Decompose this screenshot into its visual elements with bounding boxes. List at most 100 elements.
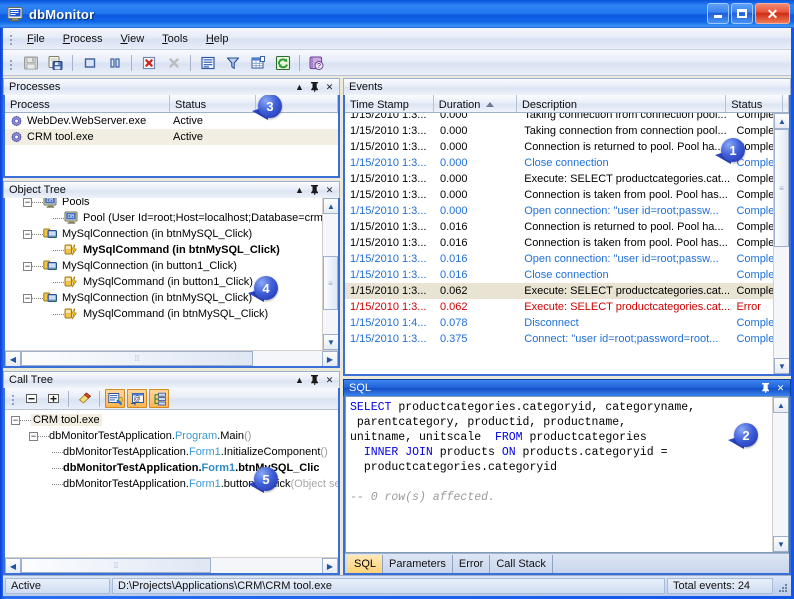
table-row[interactable]: 1/15/2010 1:3... 0.016 Connection is retur… bbox=[345, 219, 789, 235]
show-hierarchy-icon[interactable] bbox=[149, 389, 169, 408]
delete-icon[interactable] bbox=[137, 52, 160, 74]
scroll-thumb[interactable]: ≡ bbox=[774, 129, 789, 247]
scroll-left-button[interactable]: ◀ bbox=[5, 558, 21, 573]
show-parameters-icon[interactable]: @ bbox=[127, 389, 147, 408]
tree-node[interactable]: dbMonitorTestApplication.Form1.button1_C… bbox=[5, 476, 338, 492]
expander-collapse[interactable]: − bbox=[23, 261, 32, 271]
menu-tools[interactable]: Tools bbox=[153, 30, 197, 48]
expander-collapse[interactable]: − bbox=[23, 198, 32, 207]
column-duration[interactable]: Duration bbox=[434, 95, 517, 112]
call-tree-panel-header[interactable]: Call Tree ▲ ✕ bbox=[3, 371, 340, 388]
table-row[interactable]: 1/15/2010 1:3... 0.000 Open connection: "u… bbox=[345, 203, 789, 219]
expander-collapse[interactable]: − bbox=[23, 229, 32, 239]
scroll-track[interactable] bbox=[773, 413, 788, 536]
scroll-down-button[interactable]: ▼ bbox=[773, 536, 788, 552]
close-icon[interactable]: ✕ bbox=[324, 82, 335, 93]
object-tree-hscrollbar[interactable]: ◀ ⁞⁞ ▶ bbox=[5, 350, 338, 366]
column-status[interactable]: Status bbox=[170, 95, 256, 112]
tab-sql[interactable]: SQL bbox=[348, 555, 384, 573]
scroll-left-button[interactable]: ◀ bbox=[5, 351, 21, 366]
table-row[interactable]: 1/15/2010 1:4... 0.078 Disconnect Complete bbox=[345, 315, 789, 331]
tree-node[interactable]: MySqlCommand (in btnMySQL_Click) bbox=[5, 242, 338, 258]
column-status[interactable]: Status bbox=[726, 95, 783, 112]
table-row[interactable]: 1/15/2010 1:3... 0.000 Connection is taken… bbox=[345, 187, 789, 203]
object-tree-panel-header[interactable]: Object Tree ▲ ✕ bbox=[3, 181, 340, 198]
sql-panel-header[interactable]: SQL ✕ bbox=[343, 379, 791, 396]
collapse-chevron-icon[interactable]: ▲ bbox=[294, 82, 305, 93]
pin-icon[interactable] bbox=[309, 375, 320, 386]
call-tree-hscrollbar[interactable]: ◀ ⁞⁞ ▶ bbox=[5, 557, 338, 573]
minimize-button[interactable] bbox=[707, 3, 729, 24]
tab-parameters[interactable]: Parameters bbox=[383, 555, 453, 573]
tree-node[interactable]: dbMonitorTestApplication.Form1.Initializ… bbox=[5, 444, 338, 460]
pin-icon[interactable] bbox=[309, 185, 320, 196]
tree-node[interactable]: − bbox=[5, 258, 338, 274]
table-row[interactable]: 1/15/2010 1:3... 0.016 Close connection Com… bbox=[345, 267, 789, 283]
column-time-stamp[interactable]: Time Stamp bbox=[345, 95, 434, 112]
table-row[interactable]: 1/15/2010 1:3... 0.016 Open connection: "u… bbox=[345, 251, 789, 267]
table-row[interactable]: 1/15/2010 1:3... 0.000 Connection is retur… bbox=[345, 139, 789, 155]
tree-node[interactable]: DB Pool (User Id=root;Host=localhost;Dat… bbox=[5, 210, 338, 226]
menu-file[interactable]: File bbox=[18, 30, 54, 48]
expander-collapse[interactable]: − bbox=[23, 293, 32, 303]
call-tree-toolbar-grip[interactable] bbox=[10, 392, 18, 406]
tree-node[interactable]: dbMonitorTestApplication.Form1.btnMySQL_… bbox=[5, 460, 338, 476]
tree-node[interactable]: − dbMonitorTestApplication.Program.Main(… bbox=[5, 428, 338, 444]
clear-icon[interactable] bbox=[162, 52, 185, 74]
tree-node[interactable]: − bbox=[5, 290, 338, 306]
close-icon[interactable]: ✕ bbox=[775, 383, 786, 394]
table-row[interactable]: 1/15/2010 1:3... 0.000 Execute: SELECT pro… bbox=[345, 171, 789, 187]
object-tree-vscrollbar[interactable]: ▲ ≡ ▼ bbox=[322, 198, 338, 350]
menu-view[interactable]: View bbox=[112, 30, 154, 48]
column-blank[interactable] bbox=[256, 95, 338, 112]
column-blank[interactable] bbox=[783, 95, 789, 112]
events-panel-header[interactable]: Events bbox=[343, 78, 791, 95]
pin-icon[interactable] bbox=[760, 383, 771, 394]
table-row[interactable]: 1/15/2010 1:3... 0.000 Taking connection f… bbox=[345, 113, 789, 123]
tree-node[interactable]: − CRM tool.exe bbox=[5, 412, 338, 428]
scroll-up-button[interactable]: ▲ bbox=[323, 198, 338, 214]
table-row[interactable]: 1/15/2010 1:3... 0.000 Close connection Com… bbox=[345, 155, 789, 171]
menu-grip[interactable] bbox=[8, 32, 16, 46]
sql-text-area[interactable]: SELECT productcategories.categoryid, cat… bbox=[345, 396, 789, 553]
expand-all-icon[interactable] bbox=[43, 389, 63, 408]
collapse-all-icon[interactable] bbox=[21, 389, 41, 408]
collapse-chevron-icon[interactable]: ▲ bbox=[294, 185, 305, 196]
table-row[interactable]: 1/15/2010 1:3... 0.016 Connection is taken… bbox=[345, 235, 789, 251]
column-description[interactable]: Description bbox=[517, 95, 727, 112]
collapse-chevron-icon[interactable]: ▲ bbox=[294, 375, 305, 386]
save-as-icon[interactable] bbox=[44, 52, 67, 74]
tree-node[interactable]: − bbox=[5, 226, 338, 242]
table-row[interactable]: CRM tool.exe Active bbox=[5, 129, 338, 145]
scroll-thumb[interactable]: ⁞⁞ bbox=[21, 351, 253, 366]
pause-icon[interactable] bbox=[103, 52, 126, 74]
table-row[interactable]: WebDev.WebServer.exe Active bbox=[5, 113, 338, 129]
events-vscrollbar[interactable]: ▲ ≡ ▼ bbox=[773, 113, 789, 374]
close-icon[interactable]: ✕ bbox=[324, 185, 335, 196]
tree-node[interactable]: MySqlCommand (in button1_Click) bbox=[5, 274, 338, 290]
help-icon[interactable]: ? bbox=[305, 52, 328, 74]
tree-node[interactable]: MySqlCommand (in btnMySQL_Click) bbox=[5, 306, 338, 322]
scroll-track[interactable]: ≡ bbox=[323, 214, 338, 334]
tab-error[interactable]: Error bbox=[453, 555, 491, 573]
scroll-right-button[interactable]: ▶ bbox=[322, 558, 338, 573]
scroll-up-button[interactable]: ▲ bbox=[774, 113, 789, 129]
tree-node[interactable]: − DB Pools bbox=[5, 198, 338, 210]
sql-vscrollbar[interactable]: ▲ ▼ bbox=[772, 397, 788, 552]
scroll-track[interactable]: ⁞⁞ bbox=[21, 558, 322, 573]
scroll-right-button[interactable]: ▶ bbox=[322, 351, 338, 366]
menu-help[interactable]: Help bbox=[197, 30, 238, 48]
processes-panel-header[interactable]: Processes ▲ ✕ bbox=[3, 78, 340, 95]
filter-icon[interactable] bbox=[221, 52, 244, 74]
maximize-button[interactable] bbox=[731, 3, 753, 24]
close-button[interactable]: ✕ bbox=[755, 3, 790, 24]
menu-process[interactable]: Process bbox=[54, 30, 112, 48]
pin-icon[interactable] bbox=[309, 82, 320, 93]
scroll-track[interactable]: ⁞⁞ bbox=[21, 351, 322, 366]
refresh-icon[interactable] bbox=[271, 52, 294, 74]
scroll-thumb[interactable]: ⁞⁞ bbox=[21, 558, 211, 573]
table-row[interactable]: 1/15/2010 1:3... 0.062 Execute: SELECT pro… bbox=[345, 283, 789, 299]
close-icon[interactable]: ✕ bbox=[324, 375, 335, 386]
expander-collapse[interactable]: − bbox=[11, 415, 20, 425]
resize-grip[interactable] bbox=[775, 578, 789, 594]
